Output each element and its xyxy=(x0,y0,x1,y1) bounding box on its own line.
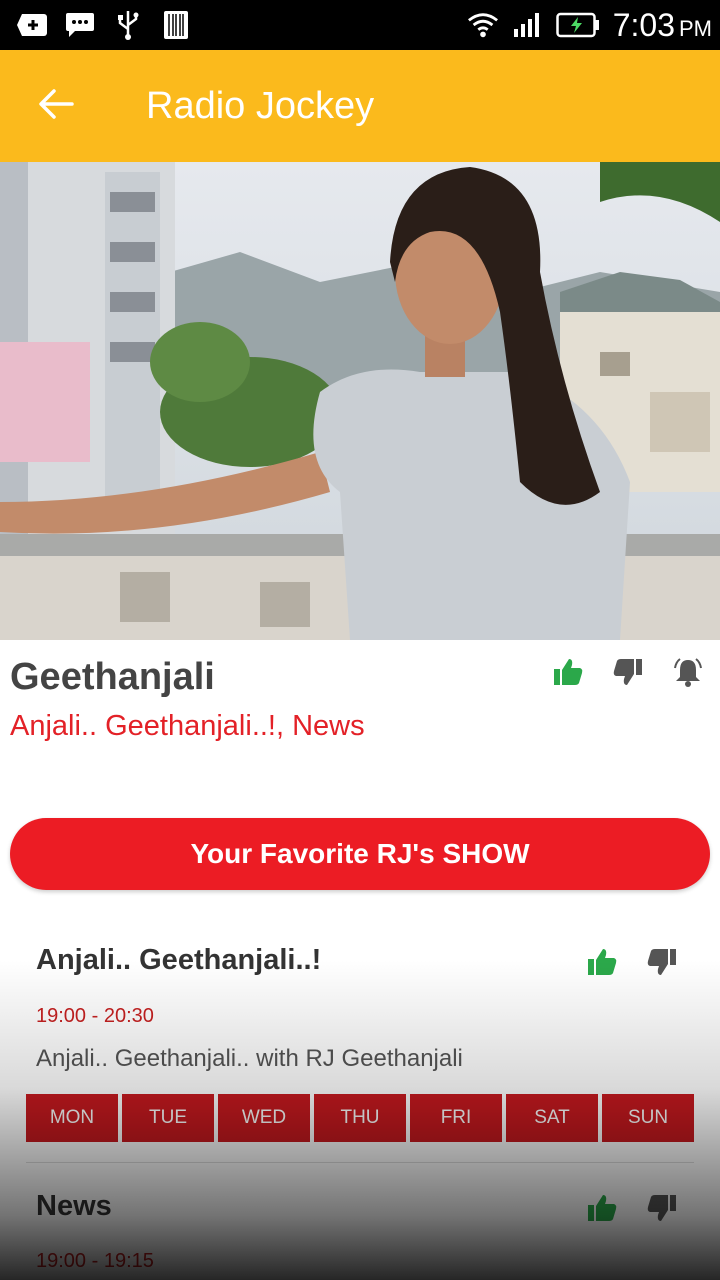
favorite-rj-show-button[interactable]: Your Favorite RJ's SHOW xyxy=(10,818,710,890)
show-title: Anjali.. Geethanjali..! xyxy=(36,944,322,976)
rj-photo xyxy=(0,162,720,640)
day-sat: SAT xyxy=(506,1094,598,1142)
add-icon xyxy=(16,11,48,39)
day-tue: TUE xyxy=(122,1094,214,1142)
page-title: Radio Jockey xyxy=(146,84,375,127)
message-icon xyxy=(64,11,96,39)
show-description: Anjali.. Geethanjali.. with RJ Geethanja… xyxy=(36,1045,463,1072)
thumbs-down-icon[interactable] xyxy=(610,652,646,692)
divider xyxy=(26,1162,694,1163)
battery-charging-icon xyxy=(555,11,601,39)
barcode-icon xyxy=(160,11,192,39)
day-mon: MON xyxy=(26,1094,118,1142)
show-title: News xyxy=(36,1190,112,1222)
thumbs-up-icon[interactable] xyxy=(584,942,620,982)
thumbs-down-icon[interactable] xyxy=(644,1188,680,1228)
show-time: 19:00 - 20:30 xyxy=(36,1005,154,1027)
day-wed: WED xyxy=(218,1094,310,1142)
arrow-left-icon xyxy=(38,88,74,125)
thumbs-up-icon[interactable] xyxy=(584,1188,620,1228)
rj-name: Geethanjali xyxy=(10,656,215,698)
show-days: MON TUE WED THU FRI SAT SUN xyxy=(26,1094,694,1142)
show-actions xyxy=(584,1188,680,1228)
show-actions xyxy=(584,942,680,982)
rj-shows: Anjali.. Geethanjali..!, News xyxy=(10,710,365,742)
usb-icon xyxy=(112,11,144,40)
thumbs-down-icon[interactable] xyxy=(644,942,680,982)
show-time: 19:00 - 19:15 xyxy=(36,1250,154,1272)
day-thu: THU xyxy=(314,1094,406,1142)
status-bar: 7:03 PM xyxy=(0,0,720,50)
back-button[interactable] xyxy=(0,50,112,162)
day-fri: FRI xyxy=(410,1094,502,1142)
wifi-icon xyxy=(467,11,499,39)
thumbs-up-icon[interactable] xyxy=(550,652,586,692)
day-sun: SUN xyxy=(602,1094,694,1142)
status-time: 7:03 PM xyxy=(612,6,712,43)
bell-icon[interactable] xyxy=(670,652,706,692)
rj-actions xyxy=(550,652,706,692)
app-bar: Radio Jockey xyxy=(0,50,720,162)
signal-icon xyxy=(511,11,543,39)
